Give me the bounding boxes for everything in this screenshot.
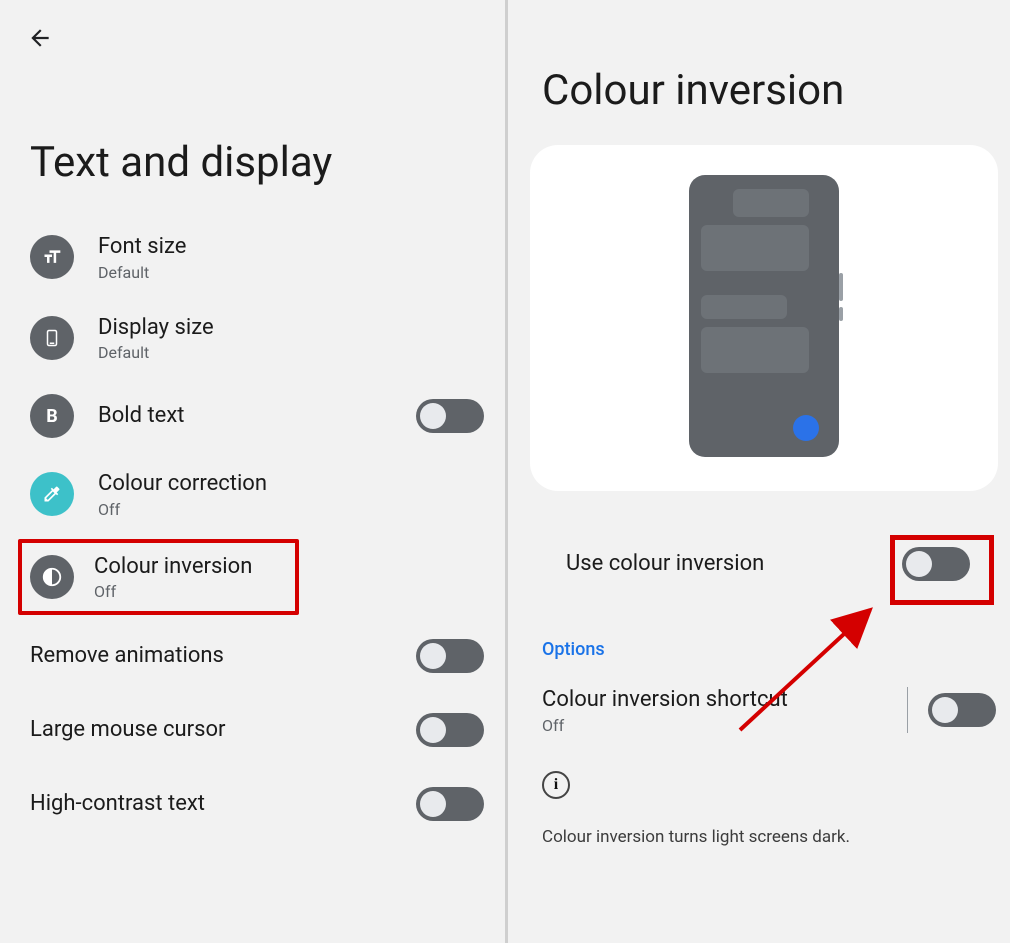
- large-cursor-item[interactable]: Large mouse cursor: [0, 693, 504, 767]
- bold-icon: B: [30, 394, 74, 438]
- display-size-sub: Default: [98, 343, 484, 362]
- colour-correction-label: Colour correction: [98, 470, 484, 498]
- font-size-label: Font size: [98, 233, 484, 261]
- settings-text-display-panel: Text and display Font size Default Displ…: [0, 0, 504, 943]
- preview-card: [530, 145, 998, 491]
- colour-inversion-label: Colour inversion: [94, 553, 285, 581]
- display-size-icon: [30, 316, 74, 360]
- shortcut-row[interactable]: Colour inversion shortcut Off: [510, 678, 998, 743]
- bold-text-label: Bold text: [98, 402, 416, 430]
- remove-animations-label: Remove animations: [30, 642, 416, 670]
- colour-inversion-panel: Colour inversion Use colour inversion Op…: [510, 0, 1010, 943]
- use-colour-inversion-row[interactable]: Use colour inversion: [510, 491, 998, 599]
- page-title: Text and display: [0, 58, 504, 217]
- font-size-sub: Default: [98, 263, 484, 282]
- info-text: Colour inversion turns light screens dar…: [510, 807, 998, 847]
- divider: [907, 687, 908, 733]
- display-size-item[interactable]: Display size Default: [0, 298, 504, 379]
- text-size-icon: [30, 235, 74, 279]
- contrast-icon: [30, 555, 74, 599]
- shortcut-sub: Off: [542, 716, 887, 735]
- large-cursor-toggle[interactable]: [416, 713, 484, 747]
- high-contrast-item[interactable]: High-contrast text: [0, 767, 504, 841]
- arrow-left-icon: [27, 25, 53, 51]
- back-button[interactable]: [20, 18, 60, 58]
- panel-divider: [505, 0, 508, 943]
- colour-correction-item[interactable]: Colour correction Off: [0, 454, 504, 535]
- display-size-label: Display size: [98, 314, 484, 342]
- large-cursor-label: Large mouse cursor: [30, 716, 416, 744]
- colour-inversion-item[interactable]: Colour inversion Off: [18, 539, 299, 616]
- colour-inversion-sub: Off: [94, 582, 285, 601]
- remove-animations-toggle[interactable]: [416, 639, 484, 673]
- remove-animations-item[interactable]: Remove animations: [0, 619, 504, 693]
- info-icon: i: [542, 771, 570, 799]
- high-contrast-label: High-contrast text: [30, 790, 416, 818]
- subpage-title: Colour inversion: [510, 0, 998, 145]
- shortcut-toggle[interactable]: [928, 693, 996, 727]
- options-header: Options: [510, 599, 998, 678]
- eyedropper-icon: [30, 472, 74, 516]
- bold-text-toggle[interactable]: [416, 399, 484, 433]
- high-contrast-toggle[interactable]: [416, 787, 484, 821]
- bold-text-item[interactable]: B Bold text: [0, 378, 504, 454]
- font-size-item[interactable]: Font size Default: [0, 217, 504, 298]
- phone-preview: [689, 175, 839, 457]
- use-colour-inversion-label: Use colour inversion: [566, 550, 902, 578]
- colour-correction-sub: Off: [98, 500, 484, 519]
- shortcut-label: Colour inversion shortcut: [542, 686, 887, 714]
- annotation-highlight: [890, 535, 994, 605]
